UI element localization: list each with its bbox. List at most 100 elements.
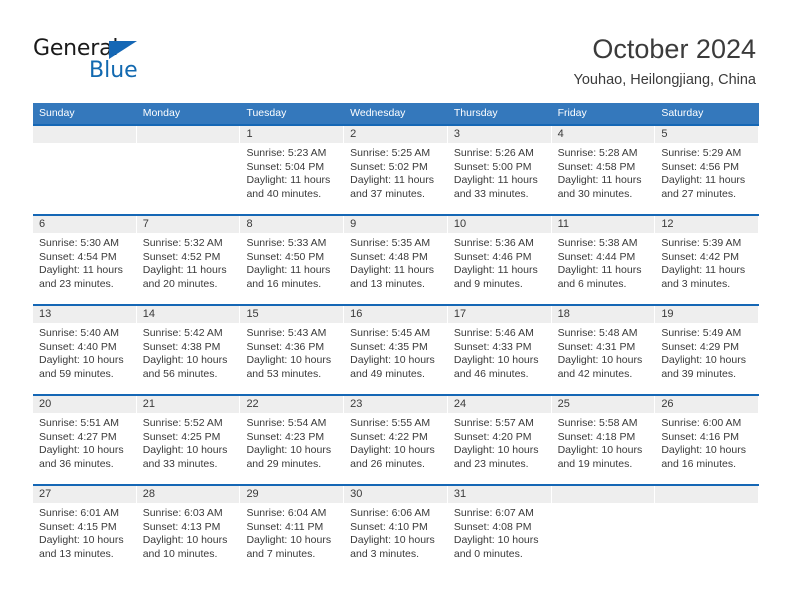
day-cell[interactable]: 8 Sunrise: 5:33 AM Sunset: 4:50 PM Dayli… [240, 216, 345, 304]
sunset-text: Sunset: 4:44 PM [557, 250, 636, 263]
daylight-text: Daylight: 11 hours and 33 minutes. [453, 174, 538, 200]
day-cell[interactable]: 12 Sunrise: 5:39 AM Sunset: 4:42 PM Dayl… [655, 216, 760, 304]
sunset-text: Sunset: 5:04 PM [246, 160, 325, 173]
daylight-text: Daylight: 10 hours and 10 minutes. [142, 534, 228, 560]
daylight-text: Daylight: 10 hours and 46 minutes. [453, 354, 539, 380]
day-cell[interactable]: 11 Sunrise: 5:38 AM Sunset: 4:44 PM Dayl… [551, 216, 656, 304]
day-cell[interactable]: 16 Sunrise: 5:45 AM Sunset: 4:35 PM Dayl… [344, 306, 448, 394]
day-number: 11 [551, 216, 655, 233]
day-cell[interactable]: 17 Sunrise: 5:46 AM Sunset: 4:33 PM Dayl… [447, 306, 552, 394]
sunrise-text: Sunrise: 5:49 AM [661, 327, 742, 339]
day-number: 2 [344, 126, 447, 143]
day-info: Sunrise: 6:04 AM Sunset: 4:11 PM Dayligh… [240, 503, 343, 561]
day-cell[interactable]: 27 Sunrise: 6:01 AM Sunset: 4:15 PM Dayl… [33, 486, 137, 574]
day-cell[interactable]: 31 Sunrise: 6:07 AM Sunset: 4:08 PM Dayl… [447, 486, 552, 574]
day-cell[interactable]: 5 Sunrise: 5:29 AM Sunset: 4:56 PM Dayli… [655, 126, 760, 214]
day-cell[interactable]: 25 Sunrise: 5:58 AM Sunset: 4:18 PM Dayl… [551, 396, 656, 484]
sunrise-text: Sunrise: 5:23 AM [246, 147, 327, 159]
sunrise-text: Sunrise: 6:00 AM [661, 417, 742, 429]
sunset-text: Sunset: 4:25 PM [142, 430, 221, 443]
day-cell[interactable]: 24 Sunrise: 5:57 AM Sunset: 4:20 PM Dayl… [447, 396, 552, 484]
day-cell[interactable]: 26 Sunrise: 6:00 AM Sunset: 4:16 PM Dayl… [655, 396, 760, 484]
daylight-text: Daylight: 11 hours and 37 minutes. [350, 174, 435, 200]
daylight-text: Daylight: 10 hours and 49 minutes. [350, 354, 435, 380]
day-cell[interactable] [551, 486, 656, 574]
day-cell[interactable]: 22 Sunrise: 5:54 AM Sunset: 4:23 PM Dayl… [240, 396, 345, 484]
day-cell[interactable]: 14 Sunrise: 5:42 AM Sunset: 4:38 PM Dayl… [136, 306, 241, 394]
sunset-text: Sunset: 4:10 PM [350, 520, 428, 533]
sunset-text: Sunset: 4:38 PM [142, 340, 221, 353]
sunset-text: Sunset: 4:16 PM [661, 430, 739, 443]
sunrise-text: Sunrise: 5:52 AM [142, 417, 223, 429]
day-number: 30 [344, 486, 447, 503]
day-cell[interactable]: 7 Sunrise: 5:32 AM Sunset: 4:52 PM Dayli… [136, 216, 241, 304]
daylight-text: Daylight: 10 hours and 36 minutes. [39, 444, 124, 470]
general-blue-logo[interactable]: General Blue [33, 38, 233, 86]
day-cell[interactable]: 19 Sunrise: 5:49 AM Sunset: 4:29 PM Dayl… [655, 306, 760, 394]
day-number [33, 126, 136, 143]
daylight-text: Daylight: 10 hours and 39 minutes. [661, 354, 746, 380]
sunrise-text: Sunrise: 5:38 AM [557, 237, 638, 249]
day-number: 7 [136, 216, 240, 233]
sunrise-text: Sunrise: 5:28 AM [557, 147, 638, 159]
week-row: 1 Sunrise: 5:23 AM Sunset: 5:04 PM Dayli… [33, 124, 760, 214]
day-info [655, 503, 758, 507]
sunset-text: Sunset: 4:13 PM [142, 520, 221, 533]
day-cell[interactable]: 4 Sunrise: 5:28 AM Sunset: 4:58 PM Dayli… [551, 126, 656, 214]
day-number: 14 [136, 306, 240, 323]
sunset-text: Sunset: 4:42 PM [661, 250, 739, 263]
day-cell[interactable]: 28 Sunrise: 6:03 AM Sunset: 4:13 PM Dayl… [136, 486, 241, 574]
day-cell[interactable]: 10 Sunrise: 5:36 AM Sunset: 4:46 PM Dayl… [447, 216, 552, 304]
day-info: Sunrise: 5:25 AM Sunset: 5:02 PM Dayligh… [344, 143, 447, 201]
logo-text-blue: Blue [89, 58, 138, 83]
day-cell[interactable]: 9 Sunrise: 5:35 AM Sunset: 4:48 PM Dayli… [344, 216, 448, 304]
day-number: 10 [447, 216, 551, 233]
day-info: Sunrise: 5:48 AM Sunset: 4:31 PM Dayligh… [552, 323, 655, 381]
week-row: 13 Sunrise: 5:40 AM Sunset: 4:40 PM Dayl… [33, 304, 760, 394]
day-cell[interactable]: 13 Sunrise: 5:40 AM Sunset: 4:40 PM Dayl… [33, 306, 137, 394]
daylight-text: Daylight: 10 hours and 16 minutes. [661, 444, 746, 470]
day-cell[interactable]: 30 Sunrise: 6:06 AM Sunset: 4:10 PM Dayl… [344, 486, 448, 574]
daylight-text: Daylight: 11 hours and 3 minutes. [661, 264, 746, 290]
day-cell[interactable]: 23 Sunrise: 5:55 AM Sunset: 4:22 PM Dayl… [344, 396, 448, 484]
weekday-header-friday: Friday [557, 107, 587, 119]
day-cell[interactable]: 1 Sunrise: 5:23 AM Sunset: 5:04 PM Dayli… [240, 126, 345, 214]
weekday-header-monday: Monday [142, 107, 181, 119]
day-cell[interactable]: 20 Sunrise: 5:51 AM Sunset: 4:27 PM Dayl… [33, 396, 137, 484]
daylight-text: Daylight: 10 hours and 23 minutes. [453, 444, 539, 470]
day-number: 6 [33, 216, 136, 233]
day-number: 28 [136, 486, 240, 503]
day-cell[interactable] [655, 486, 760, 574]
day-cell[interactable]: 3 Sunrise: 5:26 AM Sunset: 5:00 PM Dayli… [447, 126, 552, 214]
weekday-header-saturday: Saturday [661, 107, 704, 119]
sunrise-text: Sunrise: 5:36 AM [453, 237, 534, 249]
day-cell[interactable]: 29 Sunrise: 6:04 AM Sunset: 4:11 PM Dayl… [240, 486, 345, 574]
day-info: Sunrise: 6:01 AM Sunset: 4:15 PM Dayligh… [33, 503, 136, 561]
day-number: 21 [136, 396, 240, 413]
sunset-text: Sunset: 4:31 PM [557, 340, 636, 353]
day-cell[interactable]: 2 Sunrise: 5:25 AM Sunset: 5:02 PM Dayli… [344, 126, 448, 214]
day-cell[interactable]: 15 Sunrise: 5:43 AM Sunset: 4:36 PM Dayl… [240, 306, 345, 394]
sunset-text: Sunset: 4:08 PM [453, 520, 532, 533]
day-cell[interactable] [136, 126, 241, 214]
daylight-text: Daylight: 10 hours and 7 minutes. [246, 534, 332, 560]
day-info [552, 503, 655, 507]
day-cell[interactable]: 21 Sunrise: 5:52 AM Sunset: 4:25 PM Dayl… [136, 396, 241, 484]
daylight-text: Daylight: 11 hours and 23 minutes. [39, 264, 123, 290]
day-cell[interactable]: 18 Sunrise: 5:48 AM Sunset: 4:31 PM Dayl… [551, 306, 656, 394]
sunset-text: Sunset: 4:56 PM [661, 160, 739, 173]
weekday-header-wednesday: Wednesday [350, 107, 406, 119]
sunrise-text: Sunrise: 5:55 AM [350, 417, 431, 429]
day-cell[interactable] [33, 126, 137, 214]
day-info: Sunrise: 5:35 AM Sunset: 4:48 PM Dayligh… [344, 233, 447, 291]
week-row: 27 Sunrise: 6:01 AM Sunset: 4:15 PM Dayl… [33, 484, 760, 574]
day-number [551, 486, 655, 503]
day-cell[interactable]: 6 Sunrise: 5:30 AM Sunset: 4:54 PM Dayli… [33, 216, 137, 304]
sunset-text: Sunset: 5:00 PM [453, 160, 532, 173]
day-info: Sunrise: 5:28 AM Sunset: 4:58 PM Dayligh… [552, 143, 655, 201]
sunrise-text: Sunrise: 5:42 AM [142, 327, 223, 339]
day-info [33, 143, 136, 147]
sunrise-text: Sunrise: 5:51 AM [39, 417, 119, 429]
day-number: 18 [551, 306, 655, 323]
daylight-text: Daylight: 11 hours and 20 minutes. [142, 264, 227, 290]
